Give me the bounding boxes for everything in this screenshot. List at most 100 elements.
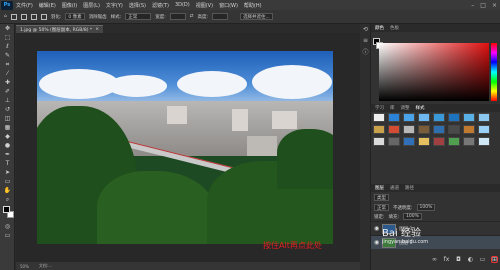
style-swatch[interactable] bbox=[463, 125, 475, 134]
tab-color[interactable]: 颜色 bbox=[375, 25, 384, 31]
feather-input[interactable]: 0 像素 bbox=[65, 13, 85, 20]
width-input[interactable] bbox=[169, 13, 186, 20]
menu-select[interactable]: 选择(S) bbox=[129, 2, 146, 9]
fill-input[interactable]: 100% bbox=[403, 213, 422, 220]
crop-tool-icon[interactable]: ⌗ bbox=[0, 60, 15, 69]
type-tool-icon[interactable]: T bbox=[0, 159, 15, 168]
subtract-selection-icon[interactable] bbox=[40, 13, 47, 20]
swap-icon[interactable]: ⇄ bbox=[190, 14, 194, 19]
style-swatch[interactable] bbox=[478, 137, 490, 146]
style-swatch[interactable] bbox=[403, 137, 415, 146]
add-selection-icon[interactable] bbox=[30, 13, 37, 20]
move-tool-icon[interactable]: ✥ bbox=[0, 24, 15, 33]
lasso-tool-icon[interactable]: ℓ bbox=[0, 42, 15, 51]
color-picker-field[interactable] bbox=[379, 43, 489, 101]
style-swatch[interactable] bbox=[478, 125, 490, 134]
eraser-tool-icon[interactable]: ◫ bbox=[0, 114, 15, 123]
blur-tool-icon[interactable]: ◆ bbox=[0, 132, 15, 141]
menu-view[interactable]: 视图(V) bbox=[196, 2, 213, 9]
opacity-input[interactable]: 100% bbox=[416, 204, 436, 211]
style-swatch[interactable] bbox=[433, 137, 445, 146]
style-swatch[interactable] bbox=[373, 137, 385, 146]
color-swatches[interactable] bbox=[0, 204, 14, 222]
style-swatch[interactable] bbox=[403, 113, 415, 122]
link-layers-icon[interactable]: ∞ bbox=[431, 256, 438, 263]
healing-brush-icon[interactable]: ✚ bbox=[0, 78, 15, 87]
marquee-tool-icon[interactable] bbox=[10, 13, 17, 20]
style-swatch[interactable] bbox=[463, 113, 475, 122]
ps-logo[interactable]: Ps bbox=[1, 0, 13, 10]
gradient-tool-icon[interactable]: ▦ bbox=[0, 123, 15, 132]
history-icon[interactable]: ⟲ bbox=[360, 24, 371, 35]
eyedropper-icon[interactable]: ⁄ bbox=[0, 69, 15, 78]
path-select-icon[interactable]: ➤ bbox=[0, 168, 15, 177]
layer-kind-filter[interactable]: 类型 bbox=[374, 194, 389, 201]
tab-swatches[interactable]: 色板 bbox=[390, 25, 399, 31]
info-icon[interactable]: ⓘ bbox=[360, 46, 371, 57]
menu-3d[interactable]: 3D(D) bbox=[175, 2, 190, 8]
style-swatch[interactable] bbox=[448, 125, 460, 134]
style-swatch[interactable] bbox=[433, 125, 445, 134]
tab-adjustments[interactable]: 调整 bbox=[401, 105, 410, 111]
canvas-area[interactable]: 按住Alt再点此处 bbox=[16, 33, 360, 262]
style-swatch[interactable] bbox=[448, 113, 460, 122]
style-swatch[interactable] bbox=[418, 137, 430, 146]
tab-channels[interactable]: 通道 bbox=[390, 185, 399, 191]
visibility-eye-icon[interactable]: ◉ bbox=[374, 225, 379, 232]
maximize-icon[interactable]: □ bbox=[480, 2, 486, 9]
quick-select-icon[interactable]: ✎ bbox=[0, 51, 15, 60]
canvas-image[interactable] bbox=[37, 51, 333, 244]
menu-filter[interactable]: 滤镜(T) bbox=[152, 2, 169, 9]
adjustment-layer-icon[interactable]: ◐ bbox=[467, 256, 474, 263]
menu-layer[interactable]: 图层(L) bbox=[83, 2, 100, 9]
antialias-checkbox[interactable]: 消除锯齿 bbox=[89, 14, 107, 20]
tab-paths[interactable]: 路径 bbox=[405, 185, 414, 191]
tab-layers[interactable]: 图层 bbox=[375, 185, 384, 191]
minimize-icon[interactable]: – bbox=[471, 2, 474, 9]
select-and-mask-button[interactable]: 选择并遮住... bbox=[240, 13, 273, 20]
style-swatch[interactable] bbox=[418, 113, 430, 122]
shape-tool-icon[interactable]: ▭ bbox=[0, 177, 15, 186]
tab-libraries[interactable]: 库 bbox=[390, 105, 395, 111]
stamp-tool-icon[interactable]: ⊥ bbox=[0, 96, 15, 105]
style-swatch[interactable] bbox=[418, 125, 430, 134]
layer-style-icon[interactable]: fx bbox=[443, 256, 450, 263]
height-input[interactable] bbox=[212, 13, 229, 20]
style-select[interactable]: 正常 bbox=[125, 13, 152, 20]
history-brush-icon[interactable]: ↺ bbox=[0, 105, 15, 114]
brush-tool-icon[interactable]: ✐ bbox=[0, 87, 15, 96]
hue-slider[interactable] bbox=[491, 43, 497, 101]
quick-mask-icon[interactable]: ◎ bbox=[0, 222, 15, 231]
new-selection-icon[interactable] bbox=[20, 13, 27, 20]
blend-mode-select[interactable]: 正常 bbox=[374, 204, 389, 211]
menu-image[interactable]: 图像(I) bbox=[62, 2, 77, 9]
style-swatch[interactable] bbox=[403, 125, 415, 134]
style-swatch[interactable] bbox=[463, 137, 475, 146]
tab-learn[interactable]: 学习 bbox=[375, 105, 384, 111]
foreground-color-swatch[interactable] bbox=[3, 206, 10, 213]
zoom-level[interactable]: 50% bbox=[20, 264, 29, 269]
menu-file[interactable]: 文件(F) bbox=[16, 2, 33, 9]
menu-window[interactable]: 窗口(W) bbox=[219, 2, 238, 9]
close-icon[interactable]: × bbox=[492, 2, 497, 9]
menu-edit[interactable]: 编辑(E) bbox=[39, 2, 56, 9]
visibility-eye-icon[interactable]: ◉ bbox=[374, 239, 379, 246]
style-swatch[interactable] bbox=[388, 137, 400, 146]
menu-type[interactable]: 文字(Y) bbox=[106, 2, 123, 9]
document-tab[interactable]: 1.jpg @ 50% (图层副本, RGB/8) * × bbox=[16, 25, 103, 33]
style-swatch[interactable] bbox=[388, 113, 400, 122]
new-layer-icon[interactable]: ⊞ bbox=[491, 256, 498, 263]
style-swatch[interactable] bbox=[388, 125, 400, 134]
zoom-tool-icon[interactable]: ⌕ bbox=[0, 195, 15, 204]
dodge-tool-icon[interactable]: ● bbox=[0, 141, 15, 150]
properties-icon[interactable]: ≡ bbox=[360, 35, 371, 46]
style-swatch[interactable] bbox=[373, 113, 385, 122]
pen-tool-icon[interactable]: ✒ bbox=[0, 150, 15, 159]
screen-mode-icon[interactable]: ▭ bbox=[0, 231, 15, 240]
tab-styles[interactable]: 样式 bbox=[416, 105, 425, 111]
add-mask-icon[interactable]: ◘ bbox=[455, 256, 462, 263]
style-swatch[interactable] bbox=[373, 125, 385, 134]
style-swatch[interactable] bbox=[433, 113, 445, 122]
hand-tool-icon[interactable]: ✋ bbox=[0, 186, 15, 195]
group-icon[interactable]: ▭ bbox=[479, 256, 486, 263]
